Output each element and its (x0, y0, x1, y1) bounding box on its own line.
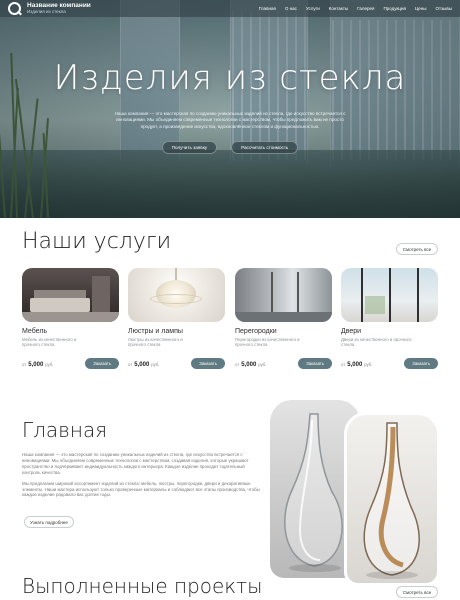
top-navbar: Название компании Изделия из стекла Глав… (0, 0, 460, 17)
service-card-chandeliers[interactable]: Люстры и лампы Люстры из качественного и… (128, 268, 225, 372)
order-button[interactable]: Заказать (404, 358, 438, 369)
nav-item-services[interactable]: Услуги (306, 6, 320, 11)
services-title: Наши услуги (22, 229, 172, 254)
service-price: от 5,000 руб. (22, 362, 53, 368)
nav-item-prices[interactable]: Цены (415, 6, 427, 11)
company-subtitle: Изделия из стекла (27, 9, 66, 14)
about-text: Наша компания — это мастерская по создан… (22, 452, 260, 498)
nav-item-reviews[interactable]: Отзывы (436, 6, 452, 11)
service-name: Люстры и лампы (128, 328, 183, 335)
price-currency: руб. (258, 362, 267, 367)
service-price: от 5,000 руб. (128, 362, 159, 368)
main-nav: Главная О нас Услуги Контакты Галерея Пр… (259, 6, 452, 11)
hero-description: Наша компания — это мастерская по создан… (114, 111, 346, 129)
nav-item-products[interactable]: Продукция (383, 6, 406, 11)
service-description: Люстры из качественного и прочного стекл… (128, 337, 183, 348)
vase-photo-amber (344, 412, 440, 586)
nav-item-contacts[interactable]: Контакты (329, 6, 348, 11)
partition-photo (235, 268, 332, 322)
price-currency: руб. (45, 362, 54, 367)
furniture-photo (22, 268, 119, 322)
service-card-furniture[interactable]: Мебель Мебель из качественного и прочног… (22, 268, 119, 372)
door-photo (341, 268, 438, 322)
hero-buttons: Получить заявку Рассчитать стоимость (0, 141, 460, 154)
projects-title: Выполненные проекты (22, 574, 263, 598)
service-price: от 5,000 руб. (341, 362, 372, 368)
service-name: Перегородки (235, 328, 277, 335)
service-description: Двери из качественного и прочного стекла (341, 337, 412, 348)
about-paragraph: Наша компания — это мастерская по создан… (22, 452, 249, 475)
brand[interactable]: Название компании Изделия из стекла (27, 2, 91, 15)
service-card-doors[interactable]: Двери Двери из качественного и прочного … (341, 268, 438, 372)
service-name: Двери (341, 328, 362, 335)
service-card-partitions[interactable]: Перегородки Перегородки из качественного… (235, 268, 332, 372)
vase-gallery (270, 398, 440, 586)
nav-item-about[interactable]: О нас (285, 6, 297, 11)
order-button[interactable]: Заказать (298, 358, 332, 369)
projects-see-all-button[interactable]: Смотреть все (396, 586, 438, 598)
learn-more-button[interactable]: Узнать подробнее (24, 516, 74, 528)
price-value: 5,000 (28, 362, 44, 368)
price-value: 5,000 (134, 362, 150, 368)
hero-section: Название компании Изделия из стекла Глав… (0, 0, 460, 218)
order-button[interactable]: Заказать (191, 358, 225, 369)
chandelier-photo (128, 268, 225, 322)
nav-item-gallery[interactable]: Галерея (357, 6, 374, 11)
amber-vase-illustration (363, 422, 420, 579)
price-value: 5,000 (347, 362, 363, 368)
price-prefix: от (235, 362, 240, 367)
logo-icon[interactable] (8, 2, 21, 15)
price-currency: руб. (364, 362, 373, 367)
nav-item-home[interactable]: Главная (259, 6, 276, 11)
service-description: Мебель из качественного и прочного стекл… (22, 337, 77, 348)
service-name: Мебель (22, 328, 48, 335)
hero-title: Изделия из стекла (53, 58, 407, 98)
service-price: от 5,000 руб. (235, 362, 266, 368)
price-prefix: от (128, 362, 133, 367)
services-see-all-button[interactable]: Смотреть все (396, 243, 438, 255)
price-currency: руб. (151, 362, 160, 367)
price-prefix: от (22, 362, 27, 367)
about-paragraph: Мы предлагаем широкий ассортимент издели… (22, 480, 260, 498)
hero-overlay (0, 0, 460, 218)
about-title: Главная (22, 418, 108, 442)
price-value: 5,000 (241, 362, 257, 368)
calculate-price-button[interactable]: Рассчитать стоимость (231, 141, 299, 154)
price-prefix: от (341, 362, 346, 367)
service-description: Перегородки из качественного и прочного … (235, 337, 300, 348)
order-button[interactable]: Заказать (85, 358, 119, 369)
get-request-button[interactable]: Получить заявку (161, 141, 218, 154)
services-cards: Мебель Мебель из качественного и прочног… (22, 268, 438, 372)
